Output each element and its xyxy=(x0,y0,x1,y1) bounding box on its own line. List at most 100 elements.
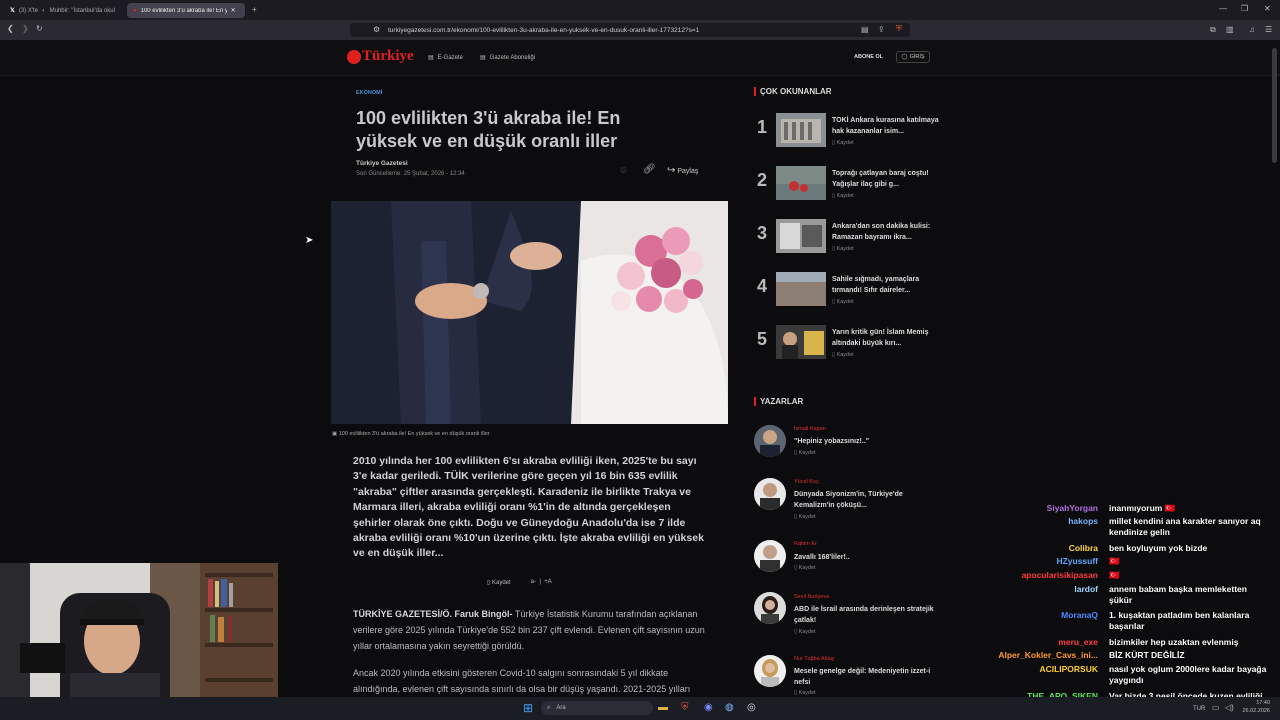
extensions-icon[interactable]: ⧉ xyxy=(1210,26,1216,34)
logo-mark-icon xyxy=(347,49,361,64)
save-article-button[interactable]: ▯ Kaydet xyxy=(487,579,511,586)
tab-muhbir[interactable]: ◐ Muhbir: "İstanbul'da okul xyxy=(36,3,120,18)
chat-username[interactable]: SiyahYorgan xyxy=(982,503,1098,514)
chat-username[interactable]: ACILIPORSUK xyxy=(982,664,1098,675)
chat-username[interactable]: hakops xyxy=(982,516,1098,527)
close-icon[interactable]: ✕ xyxy=(231,7,236,14)
site-info-icon[interactable]: ⚙ xyxy=(373,26,380,34)
back-icon[interactable]: ❮ xyxy=(7,25,14,33)
chat-username[interactable]: meru_exe xyxy=(982,637,1098,648)
avatar[interactable] xyxy=(754,425,786,457)
login-button[interactable]: ◯ GİRİŞ xyxy=(896,51,930,63)
window-close-icon[interactable]: ✕ xyxy=(1264,5,1271,13)
article-title: 100 evlilikten 3'ü akraba ile! En yüksek… xyxy=(356,108,621,151)
link-icon[interactable]: 🔗︎ xyxy=(643,165,656,175)
tab-bar: 𝕏 (3) X'te ◐ Muhbir: "İstanbul'da okul ●… xyxy=(0,0,1280,20)
tab-article[interactable]: ● 100 evlilikten 3'ü akraba ile! En y ✕ xyxy=(127,3,245,18)
chat-username[interactable]: Alper_Kokler_Cavs_ini... xyxy=(982,650,1098,661)
menu-icon[interactable]: ☰ xyxy=(1265,26,1272,34)
popular-thumbnail[interactable] xyxy=(776,219,826,253)
popular-title[interactable]: Sahile sığmadı, yamaçlara tırmandı! Sıfı… xyxy=(832,274,947,296)
popular-rank: 2 xyxy=(757,170,768,190)
writer-name[interactable]: Yücel Koç xyxy=(794,479,819,485)
windows-start-icon[interactable]: ⊞ xyxy=(523,702,533,714)
forward-icon[interactable]: ❯ xyxy=(22,25,29,33)
font-increase-button[interactable]: +A xyxy=(544,579,552,585)
reader-view-icon[interactable]: ▤ xyxy=(861,26,869,34)
popular-thumbnail[interactable] xyxy=(776,113,826,147)
subscription-link[interactable]: ▤ Gazete Aboneliği xyxy=(480,54,535,62)
popular-heading: ÇOK OKUNANLAR xyxy=(754,87,832,96)
popular-title[interactable]: Toprağı çatlayan baraj coştu! Yağışlar i… xyxy=(832,168,947,190)
popular-thumbnail[interactable] xyxy=(776,272,826,306)
save-button[interactable]: ▯ Kaydet xyxy=(794,450,816,456)
file-explorer-icon[interactable]: ▬ xyxy=(658,703,668,713)
chat-username[interactable]: HZyussuff xyxy=(982,556,1098,567)
writer-name[interactable]: Nur Tuğba Aktay xyxy=(794,656,835,662)
writer-title[interactable]: Dünyada Siyonizm'in, Türkiye'de Kemalizm… xyxy=(794,489,944,511)
save-button[interactable]: ▯ Kaydet xyxy=(794,514,816,520)
writer-name[interactable]: İsmail Kapan xyxy=(794,426,826,432)
writer-title[interactable]: "Hepiniz yobazsınız!.." xyxy=(794,436,944,447)
save-button[interactable]: ▯ Kaydet xyxy=(832,299,854,305)
subscribe-button[interactable]: ABONE OL xyxy=(854,54,883,60)
media-icon[interactable]: ♫ xyxy=(1249,26,1255,34)
writer-name[interactable]: Sevil Nuriyeva xyxy=(794,594,829,600)
writer-name[interactable]: Rahim Er xyxy=(794,541,817,547)
reload-icon[interactable]: ↻ xyxy=(36,25,43,33)
volume-icon[interactable]: ◁) xyxy=(1225,704,1234,712)
share-icon[interactable]: ⇪ xyxy=(878,26,885,34)
address-bar[interactable]: turkiyegazetesi.com.tr/ekonomi/100-evlil… xyxy=(350,23,910,37)
avatar[interactable] xyxy=(754,478,786,510)
popular-title[interactable]: Ankara'dan son dakika kulisi: Ramazan ba… xyxy=(832,221,947,243)
chat-text: BİZ KÜRT DEĞİLİZ xyxy=(1109,650,1185,660)
popular-rank: 5 xyxy=(757,329,768,349)
save-button[interactable]: ▯ Kaydet xyxy=(794,565,816,571)
maximize-icon[interactable]: ❐ xyxy=(1241,5,1248,13)
avatar[interactable] xyxy=(754,655,786,687)
new-tab-icon[interactable]: + xyxy=(252,6,257,14)
save-button[interactable]: ▯ Kaydet xyxy=(794,629,816,635)
whatsapp-icon[interactable]: ◎ xyxy=(620,166,627,174)
avatar[interactable] xyxy=(754,540,786,572)
page-scrollbar[interactable] xyxy=(1272,48,1277,163)
avatar[interactable] xyxy=(754,592,786,624)
steam-icon[interactable]: ◍ xyxy=(725,703,734,713)
language-indicator[interactable]: TUR xyxy=(1193,706,1205,712)
save-button[interactable]: ▯ Kaydet xyxy=(832,140,854,146)
chat-username[interactable]: lardof xyxy=(982,584,1098,595)
minimize-icon[interactable]: — xyxy=(1219,5,1227,13)
font-separator: | xyxy=(539,579,541,585)
save-button[interactable]: ▯ Kaydet xyxy=(832,193,854,199)
save-button[interactable]: ▯ Kaydet xyxy=(794,690,816,696)
discord-icon[interactable]: ◉ xyxy=(704,703,713,713)
egazete-link[interactable]: ▤ E-Gazete xyxy=(428,54,463,62)
taskbar-search[interactable]: ⌕ Ara xyxy=(541,701,653,715)
popular-thumbnail[interactable] xyxy=(776,325,826,359)
popular-thumbnail[interactable] xyxy=(776,166,826,200)
network-icon[interactable]: ▭ xyxy=(1212,704,1220,712)
writer-title[interactable]: ABD ile İsrail arasında derinleşen strat… xyxy=(794,604,944,626)
obs-icon[interactable]: ◎ xyxy=(747,703,756,713)
popular-title[interactable]: Yarın kritik gün! İslam Memiş altındaki … xyxy=(832,327,947,349)
clock[interactable]: 17:40 26.02.2026 xyxy=(1240,700,1270,714)
popular-title[interactable]: TOKİ Ankara kurasına katılmaya hak kazan… xyxy=(832,115,947,137)
chat-username[interactable]: Colibra xyxy=(982,543,1098,554)
article-author[interactable]: Türkiye Gazetesi xyxy=(356,160,408,167)
site-logo[interactable]: Türkiye xyxy=(347,48,414,65)
writer-title[interactable]: Mesele genelge değil: Medeniyetin izzet-… xyxy=(794,666,944,688)
article-paragraph-1: TÜRKİYE GAZETESİ/Ö. Faruk Bingöl- Türkiy… xyxy=(353,609,705,651)
sidebar-icon[interactable]: ▥ xyxy=(1226,26,1234,34)
chat-username[interactable]: apocularisikipasan xyxy=(982,570,1098,581)
article-category[interactable]: EKONOMİ xyxy=(356,90,382,96)
brave-browser-icon[interactable]: ⛨ xyxy=(681,703,689,713)
brave-shield-icon[interactable]: ⛨ xyxy=(896,25,902,33)
turkiye-favicon-icon: ● xyxy=(133,7,137,14)
save-button[interactable]: ▯ Kaydet xyxy=(832,246,854,252)
save-button[interactable]: ▯ Kaydet xyxy=(832,352,854,358)
camera-icon: ▣ xyxy=(332,431,338,437)
font-decrease-button[interactable]: a- xyxy=(531,579,536,585)
chat-username[interactable]: MoranaQ xyxy=(982,610,1098,621)
share-button[interactable]: ↪ Paylaş xyxy=(667,165,698,176)
writer-title[interactable]: Zavallı 168'liler!.. xyxy=(794,552,944,563)
